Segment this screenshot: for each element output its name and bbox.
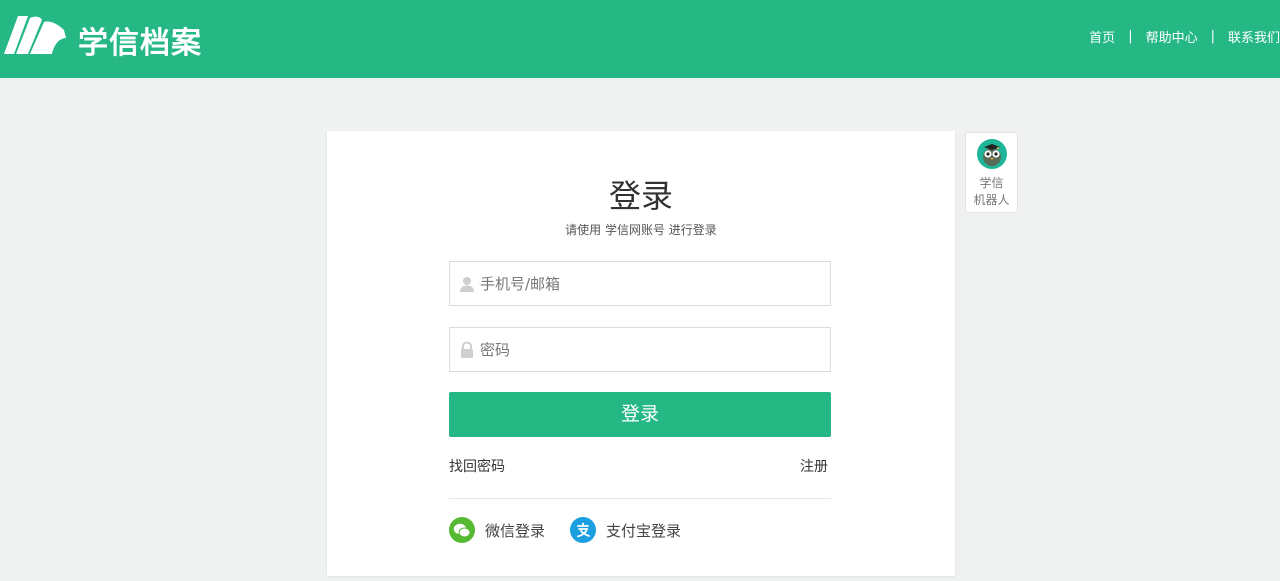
login-subtitle: 请使用 学信网账号 进行登录 xyxy=(565,223,717,237)
alipay-icon xyxy=(570,517,596,543)
robot-label-line2: 机器人 xyxy=(973,193,1010,207)
nav-separator: | xyxy=(1128,28,1133,44)
username-field[interactable] xyxy=(449,261,831,306)
alipay-login-label: 支付宝登录 xyxy=(606,521,682,540)
register-link[interactable]: 注册 xyxy=(800,456,828,476)
wechat-icon xyxy=(449,517,475,543)
top-header: 学信档案 首页 | 帮助中心 | 联系我们 xyxy=(0,0,1280,78)
forgot-password-link[interactable]: 找回密码 xyxy=(449,456,505,476)
wechat-login-button[interactable]: 微信登录 xyxy=(449,517,545,543)
user-icon xyxy=(460,277,474,292)
login-submit-button[interactable]: 登录 xyxy=(449,392,831,437)
logo-text[interactable]: 学信档案 xyxy=(78,18,202,62)
top-navigation: 首页 | 帮助中心 | 联系我们 xyxy=(1089,27,1280,46)
username-input[interactable] xyxy=(480,262,825,305)
owl-robot-icon xyxy=(977,139,1007,169)
login-card: 登录 请使用 学信网账号 进行登录 登录 找回密码 注册 微信登录 xyxy=(327,131,955,576)
nav-contact-link[interactable]: 联系我们 xyxy=(1228,27,1280,46)
book-logo-icon[interactable] xyxy=(2,14,68,56)
robot-label-line1: 学信 xyxy=(979,176,1004,190)
password-input[interactable] xyxy=(480,328,825,371)
login-title: 登录 xyxy=(608,177,673,215)
nav-separator: | xyxy=(1210,28,1215,44)
alipay-login-button[interactable]: 支付宝登录 xyxy=(570,517,681,543)
password-field[interactable] xyxy=(449,327,831,372)
robot-assistant-widget[interactable]: 学信 机器人 xyxy=(965,132,1018,213)
wechat-login-label: 微信登录 xyxy=(485,521,546,540)
divider xyxy=(449,498,831,499)
robot-label: 学信 机器人 xyxy=(966,175,1017,209)
nav-help-center-link[interactable]: 帮助中心 xyxy=(1146,27,1198,46)
lock-icon xyxy=(461,341,473,358)
nav-home-link[interactable]: 首页 xyxy=(1089,27,1115,46)
